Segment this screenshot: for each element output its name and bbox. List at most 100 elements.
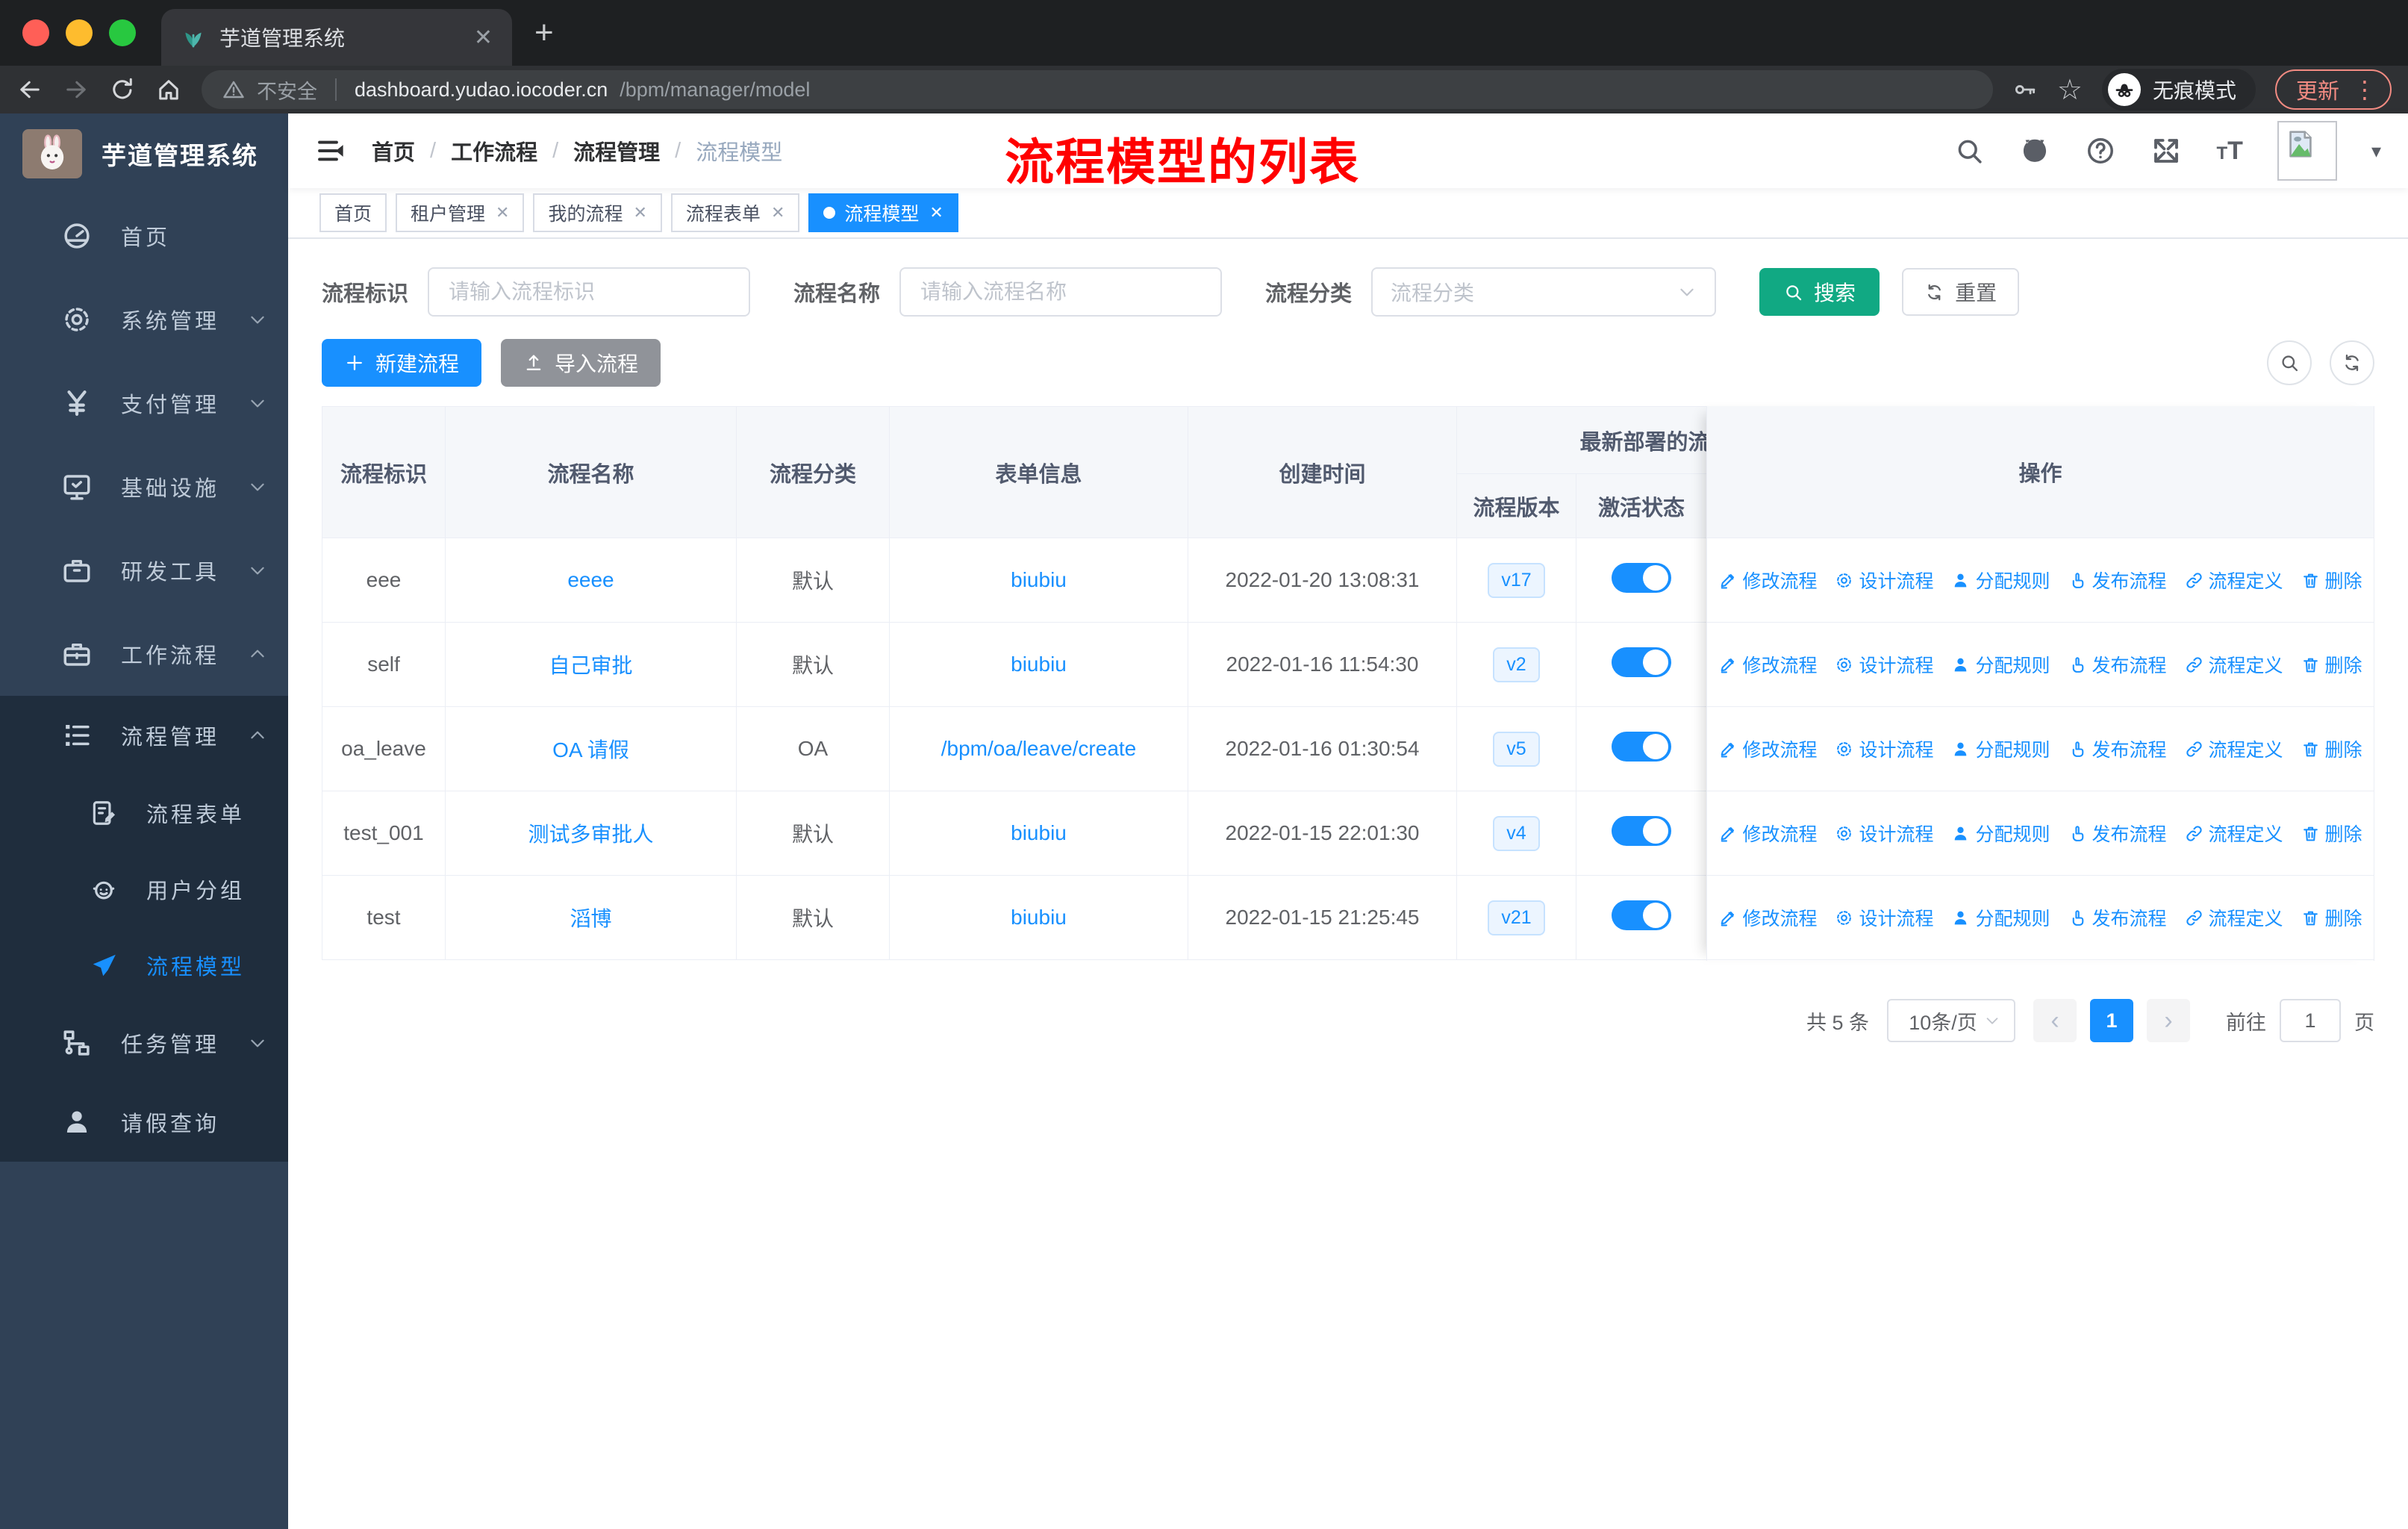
form-info-link[interactable]: biubiu — [1011, 653, 1067, 676]
reset-button[interactable]: 重置 — [1902, 268, 2020, 316]
bookmark-star-icon[interactable]: ☆ — [2057, 73, 2083, 107]
tag-close-icon[interactable]: ✕ — [633, 203, 646, 222]
process-name-link[interactable]: eeee — [567, 568, 614, 591]
action-publish-process[interactable]: 发布流程 — [2068, 735, 2167, 762]
action-edit-process[interactable]: 修改流程 — [1718, 651, 1817, 678]
show-search-button[interactable] — [2267, 340, 2312, 385]
version-badge[interactable]: v21 — [1488, 900, 1545, 935]
action-assign-rule[interactable]: 分配规则 — [1951, 651, 2050, 678]
reload-icon[interactable] — [109, 76, 136, 103]
process-name-link[interactable]: 自己审批 — [549, 654, 632, 677]
browser-menu-icon[interactable]: ⋮ — [2353, 75, 2377, 104]
action-delete[interactable]: 删除 — [2301, 904, 2362, 931]
browser-tab[interactable]: 芋道管理系统 ✕ — [161, 9, 512, 66]
breadcrumb-home[interactable]: 首页 — [372, 135, 415, 166]
page-size-select[interactable]: 10条/页 — [1887, 999, 2015, 1042]
tag-close-icon[interactable]: ✕ — [771, 203, 785, 222]
next-page-button[interactable]: › — [2147, 999, 2190, 1042]
action-delete[interactable]: 删除 — [2301, 820, 2362, 847]
active-toggle[interactable] — [1612, 647, 1671, 677]
action-design-process[interactable]: 设计流程 — [1835, 651, 1933, 678]
action-process-definition[interactable]: 流程定义 — [2185, 651, 2283, 678]
action-publish-process[interactable]: 发布流程 — [2068, 651, 2167, 678]
form-info-link[interactable]: biubiu — [1011, 906, 1067, 929]
version-badge[interactable]: v5 — [1493, 731, 1540, 767]
sidebar-item-user-group[interactable]: 用户分组 — [0, 851, 288, 927]
action-design-process[interactable]: 设计流程 — [1835, 904, 1933, 931]
action-assign-rule[interactable]: 分配规则 — [1951, 820, 2050, 847]
sidebar-fold-icon[interactable] — [315, 135, 346, 166]
tag-process-model[interactable]: 流程模型 ✕ — [808, 193, 958, 232]
sidebar-item-task-mgmt[interactable]: 任务管理 — [0, 1003, 288, 1083]
action-design-process[interactable]: 设计流程 — [1835, 820, 1933, 847]
tag-my-process[interactable]: 我的流程 ✕ — [533, 193, 662, 232]
active-toggle[interactable] — [1612, 562, 1671, 593]
window-zoom-button[interactable] — [109, 19, 136, 46]
forward-icon[interactable] — [63, 76, 90, 103]
form-info-link[interactable]: /bpm/oa/leave/create — [941, 737, 1137, 760]
version-badge[interactable]: v17 — [1488, 562, 1545, 598]
breadcrumb-workflow[interactable]: 工作流程 — [451, 135, 537, 166]
action-design-process[interactable]: 设计流程 — [1835, 567, 1933, 594]
create-process-button[interactable]: 新建流程 — [322, 339, 482, 387]
process-name-link[interactable]: OA 请假 — [552, 738, 629, 762]
action-delete[interactable]: 删除 — [2301, 735, 2362, 762]
new-tab-button[interactable]: + — [534, 10, 554, 55]
action-process-definition[interactable]: 流程定义 — [2185, 735, 2283, 762]
sidebar-item-process-mgmt[interactable]: 流程管理 — [0, 696, 288, 775]
tag-close-icon[interactable]: ✕ — [496, 203, 509, 222]
action-delete[interactable]: 删除 — [2301, 567, 2362, 594]
action-process-definition[interactable]: 流程定义 — [2185, 567, 2283, 594]
sidebar-item-process-form[interactable]: 流程表单 — [0, 775, 288, 851]
action-process-definition[interactable]: 流程定义 — [2185, 904, 2283, 931]
sidebar-item-leave-query[interactable]: 请假查询 — [0, 1083, 288, 1162]
tag-process-form[interactable]: 流程表单 ✕ — [670, 193, 800, 232]
avatar[interactable] — [2277, 121, 2337, 181]
sidebar-item-payment[interactable]: 支付管理 — [0, 361, 288, 445]
tag-close-icon[interactable]: ✕ — [929, 203, 943, 222]
process-name-input[interactable] — [899, 267, 1223, 317]
active-toggle[interactable] — [1612, 815, 1671, 846]
prev-page-button[interactable]: ‹ — [2033, 999, 2077, 1042]
action-assign-rule[interactable]: 分配规则 — [1951, 904, 2050, 931]
action-assign-rule[interactable]: 分配规则 — [1951, 735, 2050, 762]
current-page-button[interactable]: 1 — [2090, 999, 2133, 1042]
tag-home[interactable]: 首页 — [319, 193, 387, 232]
import-process-button[interactable]: 导入流程 — [501, 339, 661, 387]
process-name-link[interactable]: 测试多审批人 — [528, 823, 653, 846]
github-icon[interactable] — [2019, 135, 2050, 166]
sidebar-item-process-model[interactable]: 流程模型 — [0, 927, 288, 1003]
home-icon[interactable] — [155, 76, 182, 103]
window-close-button[interactable] — [22, 19, 49, 46]
action-delete[interactable]: 删除 — [2301, 651, 2362, 678]
caret-down-icon[interactable]: ▾ — [2371, 140, 2381, 163]
active-toggle[interactable] — [1612, 731, 1671, 762]
process-key-input[interactable] — [428, 267, 751, 317]
action-edit-process[interactable]: 修改流程 — [1718, 904, 1817, 931]
goto-page-input[interactable] — [2280, 999, 2341, 1042]
sidebar-item-devtools[interactable]: 研发工具 — [0, 529, 288, 612]
help-icon[interactable] — [2085, 135, 2116, 166]
version-badge[interactable]: v2 — [1493, 647, 1540, 682]
back-icon[interactable] — [16, 76, 43, 103]
update-button[interactable]: 更新 ⋮ — [2274, 69, 2392, 110]
fullscreen-icon[interactable] — [2150, 135, 2182, 166]
form-info-link[interactable]: biubiu — [1011, 568, 1067, 591]
window-minimize-button[interactable] — [66, 19, 93, 46]
breadcrumb-process-mgmt[interactable]: 流程管理 — [573, 135, 660, 166]
action-assign-rule[interactable]: 分配规则 — [1951, 567, 2050, 594]
address-bar[interactable]: 不安全 dashboard.yudao.iocoder.cn/bpm/manag… — [202, 70, 1993, 109]
action-edit-process[interactable]: 修改流程 — [1718, 735, 1817, 762]
tab-close-icon[interactable]: ✕ — [474, 25, 493, 51]
version-badge[interactable]: v4 — [1493, 815, 1540, 851]
form-info-link[interactable]: biubiu — [1011, 821, 1067, 844]
action-publish-process[interactable]: 发布流程 — [2068, 820, 2167, 847]
active-toggle[interactable] — [1612, 900, 1671, 930]
font-size-icon[interactable]: TT — [2216, 137, 2242, 166]
search-icon[interactable] — [1953, 135, 1985, 166]
sidebar-item-infra[interactable]: 基础设施 — [0, 445, 288, 529]
action-edit-process[interactable]: 修改流程 — [1718, 820, 1817, 847]
tag-tenant[interactable]: 租户管理 ✕ — [396, 193, 525, 232]
action-design-process[interactable]: 设计流程 — [1835, 735, 1933, 762]
action-publish-process[interactable]: 发布流程 — [2068, 567, 2167, 594]
